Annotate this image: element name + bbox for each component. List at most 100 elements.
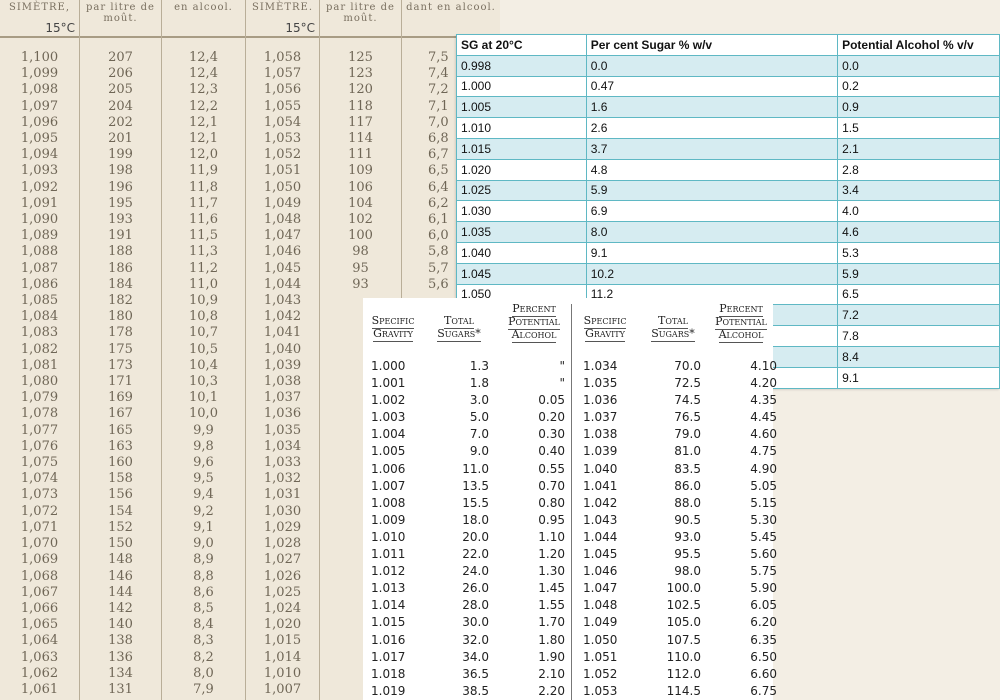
old-cell: 1,094 xyxy=(20,147,59,163)
sp-table-row: 1.035 72.5 4.20 xyxy=(583,375,777,392)
old-cell: 1,055 xyxy=(263,98,302,114)
sg-cell-gravity: 1.020 xyxy=(456,158,587,181)
sp-header-text: Specific Gravity xyxy=(371,314,415,342)
sp-cell-gravity: 1.051 xyxy=(583,649,618,664)
sp-cell-alcohol: 4.45 xyxy=(750,410,777,425)
old-cell: 1,048 xyxy=(263,212,302,228)
sg-header-sg: SG at 20°C xyxy=(456,34,587,56)
sp-grid-right: 1.034 70.0 4.10 1.035 72.5 4.20 1.036 74.5 4.35 1… xyxy=(583,358,777,700)
sg-cell-alcohol: 0.0 xyxy=(837,54,1000,77)
sg-cell-sugar: 8.0 xyxy=(585,221,839,243)
sp-cell-alcohol: 5.60 xyxy=(750,547,777,562)
sp-table-row: 1.014 28.0 1.55 xyxy=(371,597,565,614)
sg-table-row: 1.040 9.1 5.3 xyxy=(456,241,1000,264)
sp-table-row: 1.043 90.5 5.30 xyxy=(583,512,777,529)
sp-cell-sugars: 72.5 xyxy=(674,376,701,391)
sp-table-row: 1.019 38.5 2.20 xyxy=(371,683,565,700)
sp-table-row: 1.000 1.3 " xyxy=(371,358,565,375)
old-cell: 1,042 xyxy=(263,309,302,325)
old-cell: 1,075 xyxy=(20,455,59,471)
sg-table-row: 1.045 10.2 5.9 xyxy=(456,262,1000,285)
old-cell: 1,080 xyxy=(20,374,59,390)
old-col-header: SIMÈTRE. 15°C xyxy=(246,0,319,38)
old-cell: 12,0 xyxy=(189,147,218,163)
old-cell: 8,8 xyxy=(193,568,214,584)
old-cell: 114 xyxy=(348,131,373,147)
sp-table-row: 1.050 107.5 6.35 xyxy=(583,632,777,649)
sp-table-row: 1.051 110.0 6.50 xyxy=(583,649,777,666)
old-cell: 1,054 xyxy=(263,114,302,130)
sp-table-row: 1.001 1.8 " xyxy=(371,375,565,392)
old-cell: 1,092 xyxy=(20,179,59,195)
sp-table-row: 1.012 24.0 1.30 xyxy=(371,563,565,580)
old-cell: 205 xyxy=(108,82,133,98)
sp-cell-alcohol: 5.75 xyxy=(750,564,777,579)
sg-cell-alcohol: 5.9 xyxy=(837,262,1000,285)
sp-table-row: 1.009 18.0 0.95 xyxy=(371,512,565,529)
sp-cell-sugars: 107.5 xyxy=(666,632,701,647)
old-cell: 10,4 xyxy=(189,357,218,373)
sp-cell-gravity: 1.000 xyxy=(371,359,406,373)
sp-header-text: Total Sugars* xyxy=(437,314,481,342)
sp-table-row: 1.053 114.5 6.75 xyxy=(583,683,777,700)
sg-header-sugar: Per cent Sugar % w/v xyxy=(585,34,839,56)
old-cell: 1,027 xyxy=(263,552,302,568)
old-cell: 1,035 xyxy=(263,422,302,438)
old-cell: 10,1 xyxy=(189,390,218,406)
sg-cell-sugar: 3.7 xyxy=(585,137,839,160)
sp-table-row: 1.038 79.0 4.60 xyxy=(583,426,777,443)
old-cell: 102 xyxy=(348,212,373,228)
sp-cell-alcohol: 1.20 xyxy=(538,547,565,562)
sp-cell-alcohol: 4.20 xyxy=(750,376,777,391)
sp-cell-sugars: 74.5 xyxy=(674,393,701,408)
sp-cell-sugars: 102.5 xyxy=(666,598,701,613)
sg-cell-gravity: 1.015 xyxy=(456,137,587,160)
sp-cell-gravity: 1.008 xyxy=(371,495,406,510)
old-cell: 1,025 xyxy=(263,584,302,600)
sg-table-row: 1.015 3.7 2.1 xyxy=(456,137,1000,160)
old-cell: 140 xyxy=(108,617,133,633)
old-cell: 191 xyxy=(108,228,133,244)
sp-cell-sugars: 1.8 xyxy=(469,376,489,391)
old-cell: 207 xyxy=(108,50,133,65)
sp-header-sg-left: Specific Gravity xyxy=(367,314,419,342)
old-cell: 11,3 xyxy=(189,244,218,260)
sp-cell-gravity: 1.003 xyxy=(371,410,406,425)
old-col-header: dant en alcool. xyxy=(402,0,500,38)
old-cell: 1,088 xyxy=(20,244,59,260)
sp-cell-gravity: 1.006 xyxy=(371,461,406,476)
old-cell: 8,9 xyxy=(193,552,214,568)
sp-cell-gravity: 1.049 xyxy=(583,615,618,630)
old-cell: 1,074 xyxy=(20,471,59,487)
sp-cell-sugars: 38.5 xyxy=(462,683,489,698)
sp-cell-alcohol: 5.15 xyxy=(750,495,777,510)
old-cell: 1,051 xyxy=(263,163,302,179)
old-cell: 1,066 xyxy=(20,600,59,616)
old-cell: 1,038 xyxy=(263,374,302,390)
sp-cell-alcohol: 6.05 xyxy=(750,598,777,613)
sp-cell-sugars: 20.0 xyxy=(462,529,489,544)
sp-cell-sugars: 15.5 xyxy=(462,495,489,510)
sp-table-row: 1.007 13.5 0.70 xyxy=(371,478,565,495)
sp-cell-sugars: 36.5 xyxy=(462,666,489,681)
sp-cell-gravity: 1.044 xyxy=(583,529,618,544)
sg-cell-gravity: 0.998 xyxy=(456,54,587,77)
old-col-header: SIMÈTRE, 15°C xyxy=(0,0,79,38)
old-cell: 1,015 xyxy=(263,633,302,649)
sp-table-row: 1.049 105.0 6.20 xyxy=(583,614,777,631)
sp-cell-sugars: 110.0 xyxy=(666,649,701,664)
sg-table-row: 1.005 1.6 0.9 xyxy=(456,96,1000,119)
old-cell: 1,058 xyxy=(263,50,302,65)
sp-table-row: 1.044 93.0 5.45 xyxy=(583,529,777,546)
sp-cell-gravity: 1.041 xyxy=(583,478,618,493)
sp-header-sg-right: Specific Gravity xyxy=(579,314,631,342)
sp-cell-alcohol: 5.45 xyxy=(750,529,777,544)
old-cell: 10,8 xyxy=(189,309,218,325)
sg-cell-sugar: 0.47 xyxy=(585,75,839,98)
sg-cell-sugar: 6.9 xyxy=(585,200,839,223)
sg-cell-alcohol: 0.2 xyxy=(837,75,1000,98)
sp-cell-gravity: 1.009 xyxy=(371,512,406,527)
sp-cell-alcohol: 5.30 xyxy=(750,512,777,527)
old-cell: 1,070 xyxy=(20,536,59,552)
sg-cell-alcohol: 9.1 xyxy=(837,366,1000,389)
